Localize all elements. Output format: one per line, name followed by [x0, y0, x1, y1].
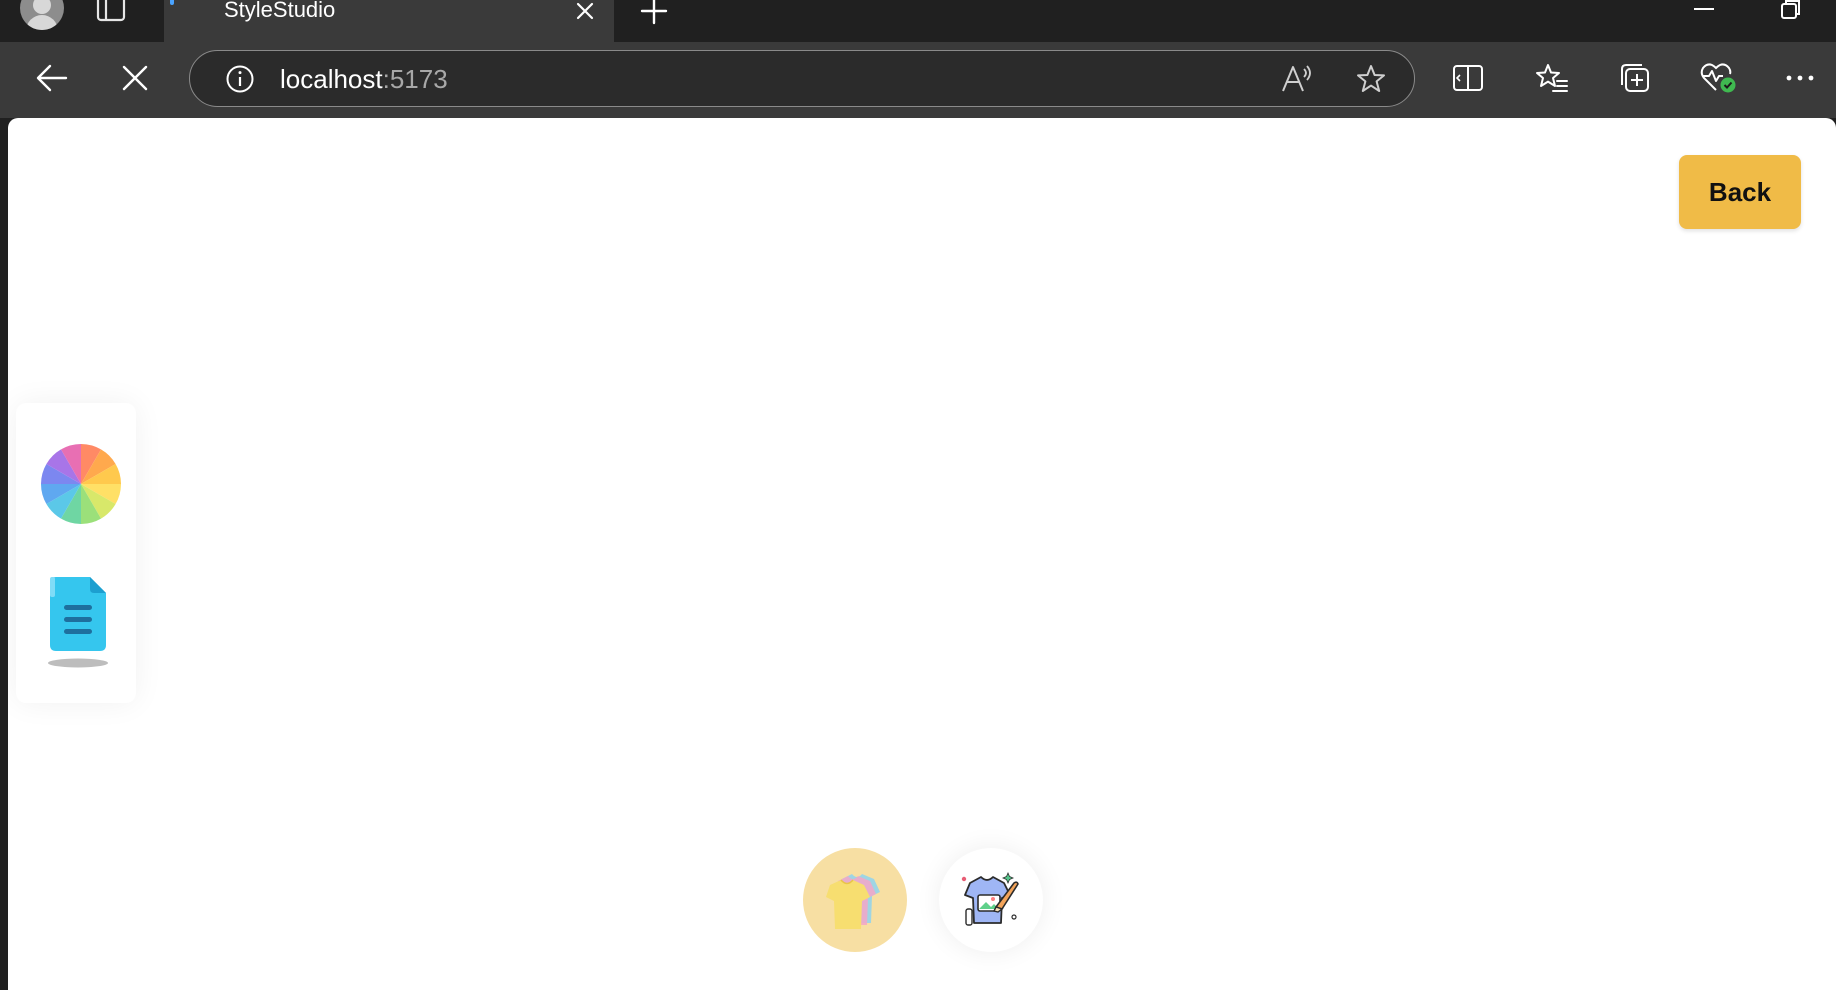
color-wheel-icon[interactable] — [40, 443, 122, 525]
collections-icon[interactable] — [1615, 58, 1655, 98]
left-toolbar — [16, 403, 136, 703]
back-button[interactable]: Back — [1679, 155, 1801, 229]
address-bar[interactable]: localhost:5173 — [189, 50, 1415, 107]
read-aloud-icon[interactable] — [1279, 61, 1315, 97]
tshirts-icon[interactable] — [803, 848, 907, 952]
url-host: localhost — [280, 64, 383, 94]
tab-title: StyleStudio — [224, 0, 336, 22]
split-screen-icon[interactable] — [1448, 58, 1488, 98]
info-icon[interactable] — [222, 61, 258, 97]
star-icon[interactable] — [1353, 61, 1389, 97]
browser-tab[interactable]: StyleStudio — [164, 0, 614, 42]
stop-icon[interactable] — [115, 58, 155, 98]
favorites-icon[interactable] — [1532, 58, 1572, 98]
browser-toolbar: localhost:5173 — [0, 42, 1836, 118]
url-port: :5173 — [382, 64, 448, 94]
minimize-icon[interactable] — [1690, 0, 1718, 20]
bottom-mode-bar — [778, 838, 1078, 978]
tab-actions-icon[interactable] — [96, 0, 128, 24]
page-viewport: Back — [8, 118, 1836, 990]
tshirt-design-icon[interactable] — [939, 848, 1043, 952]
document-icon[interactable] — [46, 575, 110, 669]
back-arrow-icon[interactable] — [32, 58, 72, 98]
heart-pulse-icon[interactable] — [1698, 58, 1738, 98]
restore-icon[interactable] — [1776, 0, 1804, 22]
more-icon[interactable] — [1780, 58, 1820, 98]
plus-icon[interactable] — [634, 0, 674, 26]
tab-strip: StyleStudio — [0, 0, 1836, 42]
close-icon[interactable] — [572, 0, 598, 24]
profile-avatar-icon[interactable] — [20, 0, 64, 30]
url-text[interactable]: localhost:5173 — [280, 65, 448, 93]
